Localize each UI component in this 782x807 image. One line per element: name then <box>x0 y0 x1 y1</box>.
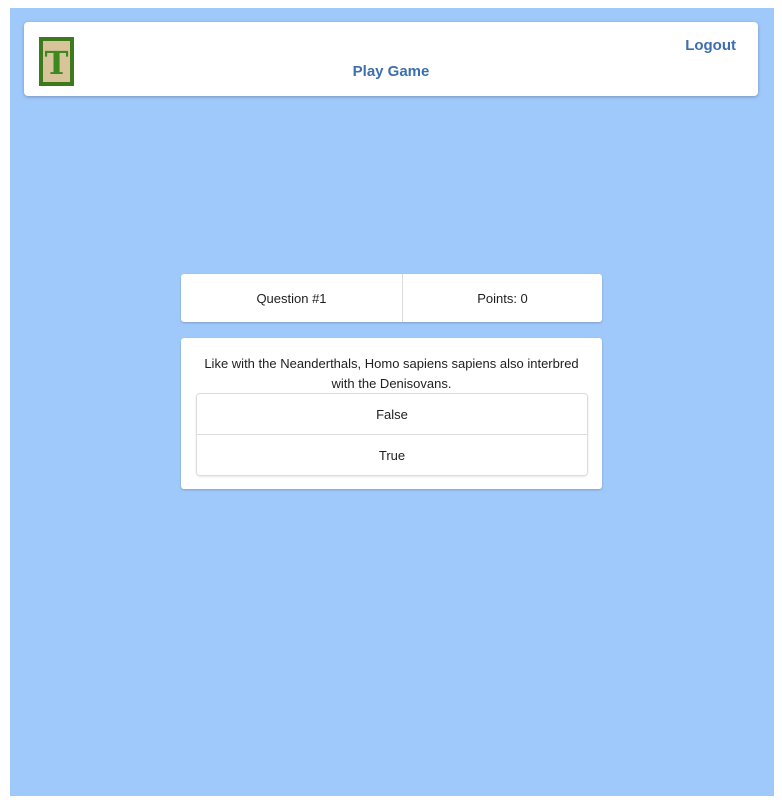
points-display: Points: 0 <box>477 290 528 306</box>
logout-link[interactable]: Logout <box>685 37 736 54</box>
app-viewport: T Play Game Logout Question #1 Points: 0… <box>10 8 774 796</box>
top-navbar: T Play Game Logout <box>24 22 758 96</box>
question-card: Like with the Neanderthals, Homo sapiens… <box>181 338 602 489</box>
answer-false-button[interactable]: False <box>197 394 587 434</box>
question-text: Like with the Neanderthals, Homo sapiens… <box>204 356 579 391</box>
stats-card: Question #1 Points: 0 <box>181 274 602 322</box>
question-number: Question #1 <box>181 274 403 322</box>
answer-true-button[interactable]: True <box>197 434 587 475</box>
play-game-link[interactable]: Play Game <box>24 63 758 80</box>
answer-list: False True <box>196 393 588 476</box>
